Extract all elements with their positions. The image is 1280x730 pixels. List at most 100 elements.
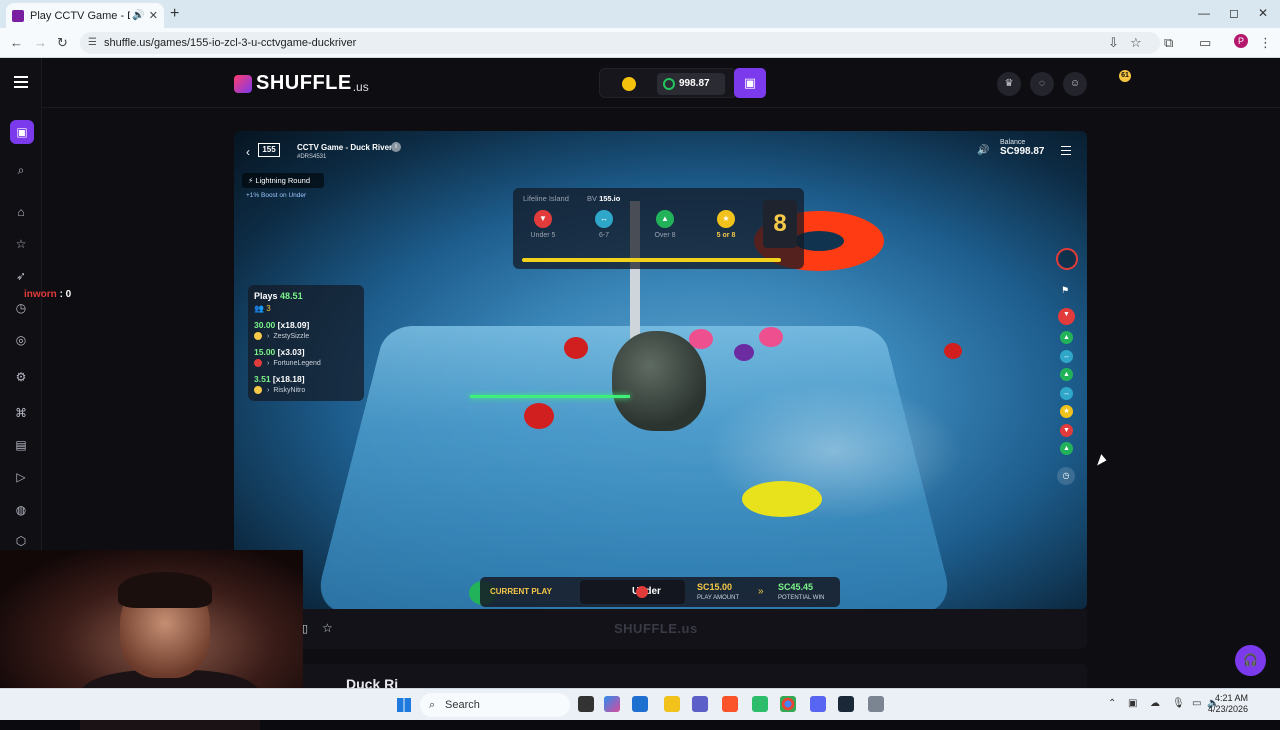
sound-icon[interactable]: 🔊 (977, 145, 989, 156)
history-result-icon: ▼ (1060, 423, 1073, 437)
game-footer: ▯ ☆ SHUFFLE.us (234, 609, 1087, 649)
home-icon[interactable]: ⌂ (12, 203, 30, 221)
game-back-icon[interactable]: ‹ (246, 145, 250, 159)
recent-clock-icon[interactable]: ◷ (12, 299, 30, 317)
windows-start-icon[interactable] (397, 698, 411, 712)
option-5-or-8[interactable]: ★ 5 or 8 (703, 210, 749, 239)
system-clock[interactable]: 4:21 AM 4/23/2026 (1204, 693, 1248, 715)
tray-app-icon[interactable]: ▣ (1128, 698, 1137, 709)
plays-label: Plays (254, 291, 278, 301)
bookmark-star-icon[interactable]: ☆ (1130, 35, 1142, 51)
history-result-icon: ▲ (1060, 442, 1073, 455)
steam-icon[interactable] (838, 696, 854, 712)
pink-duck (689, 329, 713, 349)
discord-icon[interactable] (810, 696, 826, 712)
current-number: 8 (763, 200, 797, 248)
new-tab-button[interactable]: + (170, 5, 179, 23)
rocket-icon[interactable]: ➶ (12, 267, 30, 285)
info-icon[interactable]: i (391, 142, 401, 152)
taskbar-search[interactable]: ⌕ Search (420, 693, 570, 717)
casino-icon[interactable]: ▣ (10, 120, 34, 144)
close-window-button[interactable]: ✕ (1258, 6, 1268, 20)
balance-chip[interactable]: 998.87 (657, 73, 725, 95)
alert-icon[interactable] (1056, 248, 1078, 270)
sports-icon[interactable]: ⚙ (12, 368, 30, 386)
install-app-icon[interactable]: ⇩ (1108, 35, 1119, 51)
file-explorer-icon[interactable] (664, 696, 680, 712)
games-icon[interactable]: ⌘ (12, 404, 30, 422)
play-row-user: › RiskyNitro (254, 386, 358, 394)
back-icon[interactable]: ← (10, 35, 23, 50)
store-icon[interactable] (632, 696, 648, 712)
browser-tab[interactable]: Play CCTV Game - Duck Riv 🔊 ✕ (6, 3, 164, 28)
reload-icon[interactable]: ↻ (57, 35, 68, 51)
history-result-icon: ↔ (1060, 349, 1073, 363)
minimize-button[interactable]: — (1198, 6, 1210, 20)
current-play-bar: CURRENT PLAY Under SC15.00 PLAY AMOUNT »… (480, 577, 840, 607)
header-balance: 998.87 (679, 78, 710, 89)
chat-icon[interactable]: ◌ (1030, 72, 1054, 96)
rewards-icon[interactable]: ◍ (12, 501, 30, 519)
chat-text: : 0 (59, 289, 72, 300)
search-icon[interactable]: ⌕ (12, 161, 30, 179)
current-play-label: CURRENT PLAY (490, 587, 552, 596)
star-icon: ★ (717, 210, 735, 228)
favorite-star-icon[interactable]: ☆ (322, 621, 333, 635)
game-app-icon[interactable] (752, 696, 768, 712)
chat-username[interactable]: inworn (24, 289, 57, 300)
shuffle-logo[interactable]: SHUFFLE .us (234, 72, 369, 95)
address-bar-row: ← → ↻ ☰ shuffle.us/games/155-io-zcl-3-u-… (0, 28, 1280, 58)
live-icon[interactable]: ◎ (12, 331, 30, 349)
settings-icon[interactable] (868, 696, 884, 712)
round-progress-bar (522, 258, 782, 262)
play-row-user: › ZestySizzle (254, 332, 358, 340)
promotions-icon[interactable]: ▤ (12, 436, 30, 454)
teams-icon[interactable] (692, 696, 708, 712)
chrome-icon[interactable] (780, 696, 796, 712)
vip-crown-icon[interactable]: ♛ (997, 72, 1021, 96)
shield-icon[interactable]: ⬡ (12, 532, 30, 550)
gold-coin-icon[interactable] (622, 77, 636, 91)
play-icon[interactable]: ▷ (12, 468, 30, 486)
potential-win-label: POTENTIAL WIN (778, 595, 825, 601)
option-under-5[interactable]: ▼ Under 5 (520, 210, 566, 239)
game-stream-view[interactable]: ‹ 155 CCTV Game - Duck River #DRS4531 i … (234, 131, 1087, 609)
profile-avatar[interactable]: P (1234, 34, 1248, 48)
arrow-icon: » (758, 586, 764, 597)
browser-menu-icon[interactable]: ⋮ (1259, 35, 1272, 51)
support-headset-icon[interactable]: 🎧 (1235, 645, 1266, 676)
extensions-icon[interactable]: ⧉ (1164, 35, 1173, 51)
copilot-icon[interactable] (604, 696, 620, 712)
favorites-star-icon[interactable]: ☆ (12, 235, 30, 253)
option-over-8[interactable]: ▲ Over 8 (642, 210, 688, 239)
game-balance-value: SC998.87 (1000, 146, 1045, 157)
game-menu-icon[interactable] (1061, 146, 1071, 155)
tab-close-icon[interactable]: ✕ (149, 9, 158, 22)
sidepanel-icon[interactable]: ▭ (1199, 35, 1211, 51)
option-6-7[interactable]: ↔ 6-7 (581, 210, 627, 239)
microphone-icon[interactable]: 🎙 (1172, 698, 1185, 709)
tab-audio-icon[interactable]: 🔊 (132, 10, 144, 21)
tray-overflow-icon[interactable]: ⌃ (1108, 698, 1116, 709)
play-row-user: › FortuneLegend (254, 359, 358, 367)
history-clock-icon[interactable]: ◷ (1057, 467, 1075, 485)
hamburger-menu-icon[interactable] (14, 76, 28, 88)
wallet-button[interactable]: ▣ (734, 68, 766, 98)
site-favicon-icon (12, 9, 24, 22)
option-label: Under 5 (530, 232, 556, 239)
maximize-button[interactable]: ◻ (1229, 6, 1239, 20)
forward-icon[interactable]: → (34, 35, 47, 50)
flag-icon[interactable]: ⚑ (1061, 285, 1069, 296)
yellow-duck (742, 481, 822, 517)
account-icon[interactable]: ☺ (1063, 72, 1087, 96)
middle-arrows-icon: ↔ (595, 210, 613, 228)
site-info-icon[interactable]: ☰ (88, 32, 97, 54)
url-field[interactable]: ☰ shuffle.us/games/155-io-zcl-3-u-cctvga… (80, 32, 1160, 54)
network-icon[interactable]: ▭ (1192, 698, 1201, 709)
task-view-icon[interactable] (578, 696, 594, 712)
brave-icon[interactable] (722, 696, 738, 712)
potential-win: SC45.45 (778, 582, 814, 592)
footer-shuffle-logo: SHUFFLE.us (614, 621, 698, 636)
search-icon: ⌕ (429, 699, 436, 711)
onedrive-icon[interactable]: ☁ (1150, 698, 1160, 709)
